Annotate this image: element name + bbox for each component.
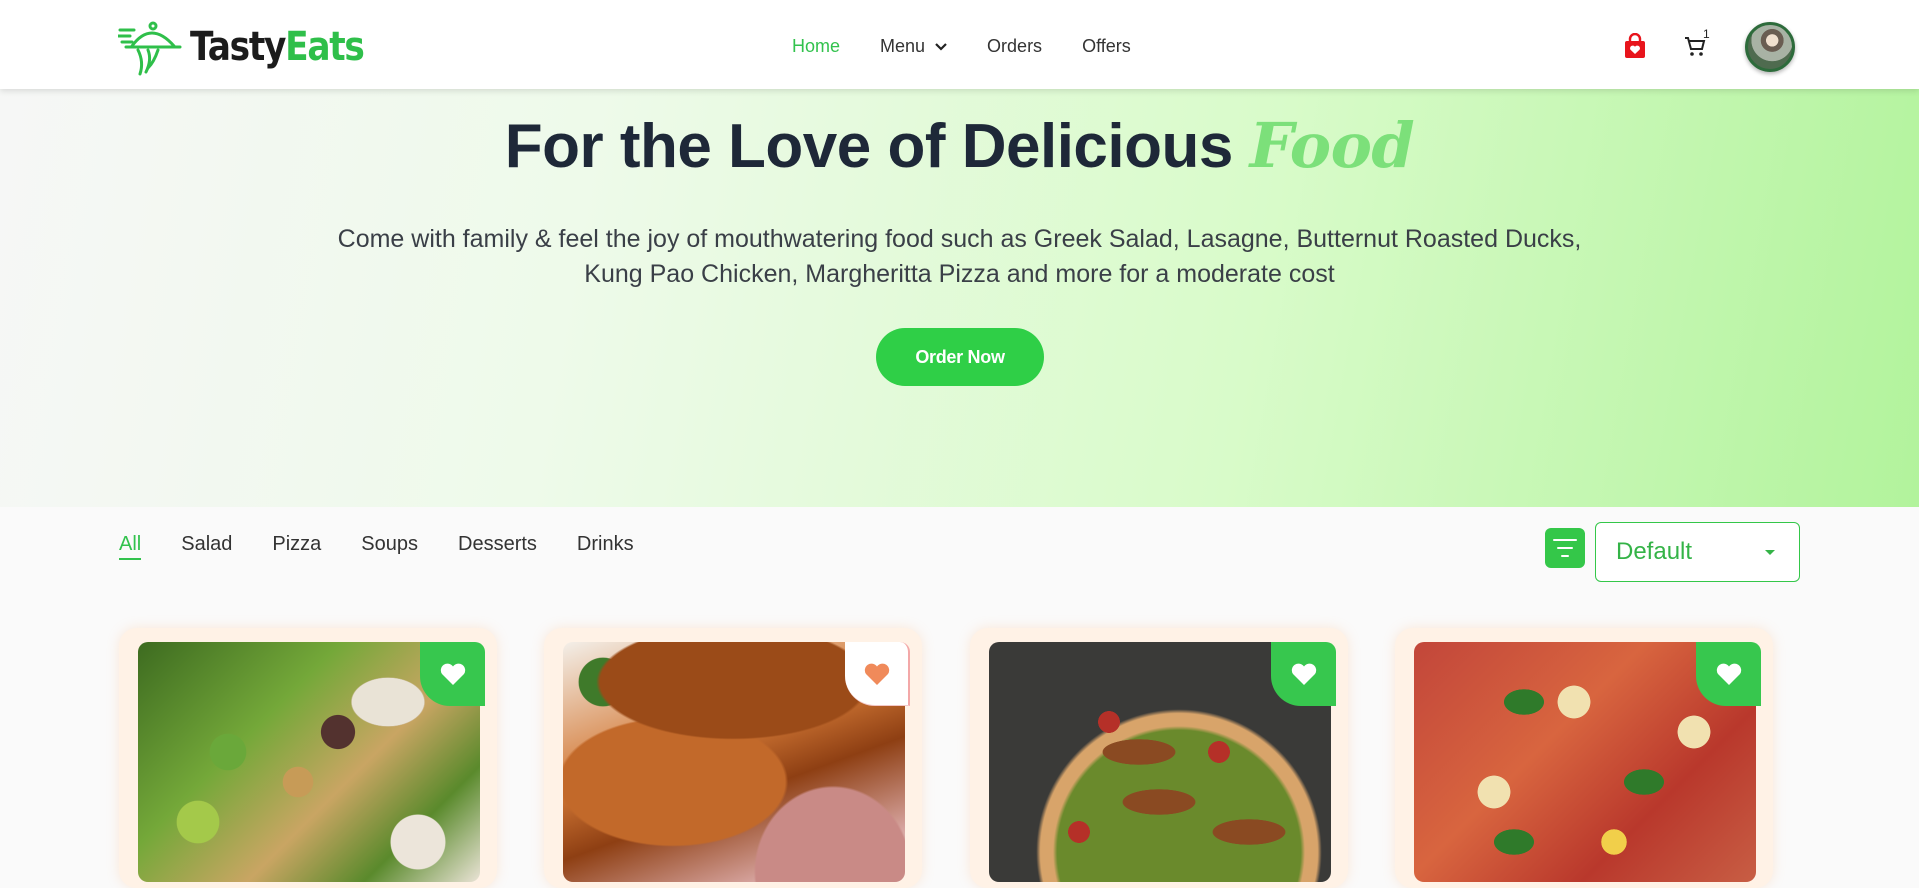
shopping-bag-heart-icon[interactable] xyxy=(1622,33,1648,59)
brand-name: TastyEats xyxy=(190,24,365,70)
category-tab-all[interactable]: All xyxy=(119,533,142,560)
hero-title-main: For the Love of Delicious xyxy=(504,112,1250,181)
category-tab-pizza[interactable]: Pizza xyxy=(272,533,321,560)
cart-count-badge: 1 xyxy=(1703,27,1710,41)
nav-home[interactable]: Home xyxy=(792,36,840,57)
order-now-button[interactable]: Order Now xyxy=(876,328,1044,386)
filter-lines-icon xyxy=(1553,539,1577,557)
heart-icon xyxy=(1716,663,1741,685)
sort-dropdown-value: Default xyxy=(1616,538,1693,565)
hero-section: For the Love of Delicious Food Come with… xyxy=(0,89,1919,507)
hero-title-accent: Food xyxy=(1249,109,1415,182)
favorite-button[interactable] xyxy=(1271,642,1336,706)
nav-menu[interactable]: Menu xyxy=(880,36,947,57)
nav-menu-label: Menu xyxy=(880,36,926,56)
chevron-down-icon xyxy=(935,42,947,51)
food-cloche-logo-icon xyxy=(118,21,182,76)
hero-title: For the Love of Delicious Food xyxy=(0,109,1919,182)
brand-name-part1: Tasty xyxy=(190,24,286,70)
top-navbar: TastyEats Home Menu Orders Offers 1 xyxy=(0,0,1919,89)
product-card[interactable] xyxy=(544,628,922,888)
category-tab-salad[interactable]: Salad xyxy=(181,533,232,560)
sort-dropdown[interactable]: Default xyxy=(1595,522,1800,582)
product-card[interactable] xyxy=(1395,628,1773,888)
favorite-button[interactable] xyxy=(420,642,485,706)
heart-icon xyxy=(864,663,889,685)
nav-orders[interactable]: Orders xyxy=(987,36,1042,57)
favorite-button[interactable] xyxy=(845,642,910,706)
product-card[interactable] xyxy=(119,628,497,888)
category-tabs: All Salad Pizza Soups Desserts Drinks xyxy=(119,533,674,560)
favorite-button[interactable] xyxy=(1696,642,1761,706)
filter-button[interactable] xyxy=(1545,528,1585,568)
heart-icon xyxy=(1291,663,1316,685)
user-avatar[interactable] xyxy=(1745,22,1795,72)
caret-down-icon xyxy=(1765,550,1775,555)
heart-icon xyxy=(440,663,465,685)
brand-name-part2: Eats xyxy=(285,24,365,70)
product-card[interactable] xyxy=(970,628,1348,888)
nav-offers[interactable]: Offers xyxy=(1082,36,1131,57)
category-tab-desserts[interactable]: Desserts xyxy=(458,533,537,560)
category-tab-drinks[interactable]: Drinks xyxy=(577,533,634,560)
category-tab-soups[interactable]: Soups xyxy=(361,533,418,560)
hero-subtitle: Come with family & feel the joy of mouth… xyxy=(337,225,1582,288)
brand-logo[interactable]: TastyEats xyxy=(118,16,392,78)
main-nav: Home Menu Orders Offers xyxy=(792,36,1171,57)
